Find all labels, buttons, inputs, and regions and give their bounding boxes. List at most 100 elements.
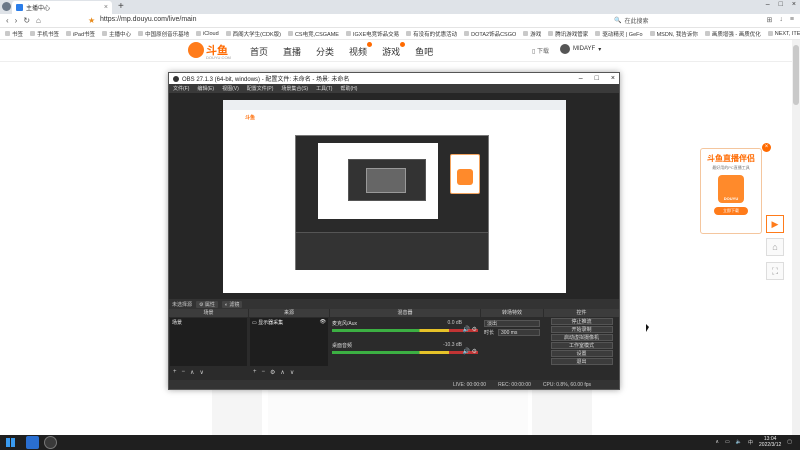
settings-button[interactable]: 设置 <box>550 350 613 357</box>
tray-expand-icon[interactable]: ∧ <box>715 439 719 445</box>
screenshot-icon[interactable]: ⛶ <box>766 262 784 280</box>
windows-start-icon[interactable] <box>6 438 15 447</box>
bookmark-item[interactable]: 驱动精灵 | GeFo <box>595 30 643 38</box>
move-down-icon[interactable]: ∨ <box>199 369 203 376</box>
nav-live[interactable]: 直播 <box>283 45 301 58</box>
menu-scene-collection[interactable]: 场景集合(S) <box>281 85 308 92</box>
bookmark-item[interactable]: 书签 <box>5 30 23 38</box>
menu-view[interactable]: 视图(V) <box>222 85 239 92</box>
network-icon[interactable]: ▭ <box>725 439 730 445</box>
transitions-dock: 转场特效 淡出 时长 300 ms <box>481 309 543 377</box>
remove-icon[interactable]: − <box>182 369 186 376</box>
gear-icon[interactable]: ⚙ <box>270 369 275 376</box>
remove-icon[interactable]: − <box>262 369 266 376</box>
bookmark-item[interactable]: MSDN, 我告诉你 <box>649 30 698 38</box>
browser-taskbar-icon[interactable] <box>26 436 39 449</box>
duration-input[interactable]: 300 ms <box>498 329 540 336</box>
menu-file[interactable]: 文件(F) <box>173 85 189 92</box>
scrollbar-thumb[interactable] <box>793 45 799 105</box>
menu-help[interactable]: 帮助(H) <box>340 85 357 92</box>
obs-app-icon <box>173 75 179 82</box>
search-box[interactable]: 🔍 在此搜索 <box>614 16 649 25</box>
obs-taskbar-icon[interactable] <box>44 436 57 449</box>
douyu-logo[interactable]: 斗鱼 DOUYU.COM <box>188 42 231 60</box>
mixer-controls[interactable]: 🔊 ⚙ <box>462 326 477 333</box>
bookmark-item[interactable]: 中国原创音乐基地 <box>138 30 189 38</box>
forward-icon[interactable]: › <box>15 16 18 25</box>
source-item[interactable]: ▭ 显示器采集 👁 <box>250 318 328 327</box>
user-menu[interactable]: MIDAYF ▾ <box>560 44 601 54</box>
url-field[interactable]: https://mp.douyu.com/live/main <box>100 16 197 23</box>
extensions-icon[interactable]: ⊞ <box>767 16 773 24</box>
studio-mode-button[interactable]: 工作室模式 <box>550 342 613 349</box>
move-up-icon[interactable]: ∧ <box>190 369 194 376</box>
downloads-icon[interactable]: ↓ <box>779 16 783 24</box>
play-icon[interactable]: ▶ <box>766 215 784 233</box>
properties-button[interactable]: ⚙ 属性 <box>196 300 218 308</box>
menu-icon[interactable]: ≡ <box>790 16 794 24</box>
ime-icon[interactable]: 中 <box>748 439 753 446</box>
nav-home[interactable]: 首页 <box>250 45 268 58</box>
stop-streaming-button[interactable]: 停止推流 <box>550 318 613 325</box>
bookmark-item[interactable]: 有没有的优惠活动 <box>406 30 457 38</box>
promo-download-button[interactable]: 立即下载 <box>714 207 748 215</box>
bookmark-item[interactable]: iPad书签 <box>66 30 95 38</box>
virtual-camera-button[interactable]: 启动虚拟摄像机 <box>550 334 613 341</box>
filters-button[interactable]: ◐ 滤镜 <box>221 300 243 308</box>
browser-tab[interactable]: 主播中心 × <box>12 1 112 14</box>
scene-item[interactable]: 场景 <box>170 318 247 327</box>
menu-profile[interactable]: 配置文件(P) <box>247 85 274 92</box>
move-down-icon[interactable]: ∨ <box>290 369 294 376</box>
page-scrollbar[interactable] <box>792 40 800 435</box>
add-icon[interactable]: + <box>173 369 177 376</box>
nav-fishbar[interactable]: 鱼吧 <box>415 45 433 58</box>
notification-icon[interactable]: ▢ <box>787 439 792 445</box>
promo-close-icon[interactable]: × <box>762 143 771 152</box>
controls-dock: 控件 停止推流 开始录制 启动虚拟摄像机 工作室模式 设置 退出 <box>544 309 619 377</box>
mixer-controls[interactable]: 🔊 ⚙ <box>462 348 477 355</box>
obs-close-icon[interactable]: × <box>611 75 615 82</box>
back-icon[interactable]: ‹ <box>6 16 9 25</box>
reload-icon[interactable]: ↻ <box>23 16 30 25</box>
menu-tools[interactable]: 工具(T) <box>316 85 332 92</box>
nav-games[interactable]: 游戏 <box>382 42 406 58</box>
bookmark-item[interactable]: 主播中心 <box>102 30 131 38</box>
nav-category[interactable]: 分类 <box>316 45 334 58</box>
bookmark-item[interactable]: iCloud <box>196 31 219 37</box>
bookmark-item[interactable]: 画质增强 - 画质优化 <box>704 30 761 38</box>
start-recording-button[interactable]: 开始录制 <box>550 326 613 333</box>
home-side-icon[interactable]: ⌂ <box>766 238 784 256</box>
visibility-icon[interactable]: 👁 <box>320 319 326 325</box>
bookmark-item[interactable]: NEXT, ITELLYOU <box>767 31 800 37</box>
clock[interactable]: 13:04 2022/3/12 <box>759 436 781 448</box>
bookmark-item[interactable]: DOTA2饰品CSGO <box>464 30 516 38</box>
bookmark-item[interactable]: 游戏 <box>523 30 541 38</box>
move-up-icon[interactable]: ∧ <box>280 369 284 376</box>
promo-card[interactable]: 斗鱼直播伴侣 最好用的PC直播工具 DOUYU 立即下载 <box>700 148 762 234</box>
bookmark-item[interactable]: 西阁大学生(CDK版) <box>225 30 281 38</box>
home-icon[interactable]: ⌂ <box>36 16 41 25</box>
browser-menu-icon[interactable] <box>2 2 11 11</box>
download-link[interactable]: ▯ 下载 <box>532 46 549 55</box>
close-window-icon[interactable]: × <box>792 1 796 8</box>
nav-video[interactable]: 视频 <box>349 42 373 58</box>
add-icon[interactable]: + <box>253 369 257 376</box>
obs-minimize-icon[interactable]: – <box>579 75 583 82</box>
bookmark-item[interactable]: 腾讯游戏管家 <box>548 30 588 38</box>
obs-preview[interactable]: 斗鱼 <box>169 93 619 299</box>
obs-maximize-icon[interactable]: □ <box>595 75 599 82</box>
minimize-icon[interactable]: – <box>766 1 770 8</box>
exit-button[interactable]: 退出 <box>550 358 613 365</box>
maximize-icon[interactable]: □ <box>779 1 783 8</box>
new-tab-button[interactable]: + <box>118 1 124 12</box>
transition-select[interactable]: 淡出 <box>484 320 540 327</box>
bookmark-star-icon[interactable]: ★ <box>88 16 95 25</box>
no-source-label: 未选择源 <box>172 301 193 308</box>
tab-close-icon[interactable]: × <box>104 4 108 11</box>
bookmark-item[interactable]: 手机书签 <box>30 30 59 38</box>
bookmark-item[interactable]: IGXE电竞饰品交易 <box>345 30 399 38</box>
obs-titlebar[interactable]: OBS 27.1.3 (64-bit, windows) - 配置文件: 未命名… <box>169 73 619 84</box>
menu-edit[interactable]: 编辑(E) <box>197 85 214 92</box>
bookmark-item[interactable]: CS电竞,CSGAME <box>287 30 339 38</box>
volume-icon[interactable]: 🔈 <box>736 439 742 445</box>
